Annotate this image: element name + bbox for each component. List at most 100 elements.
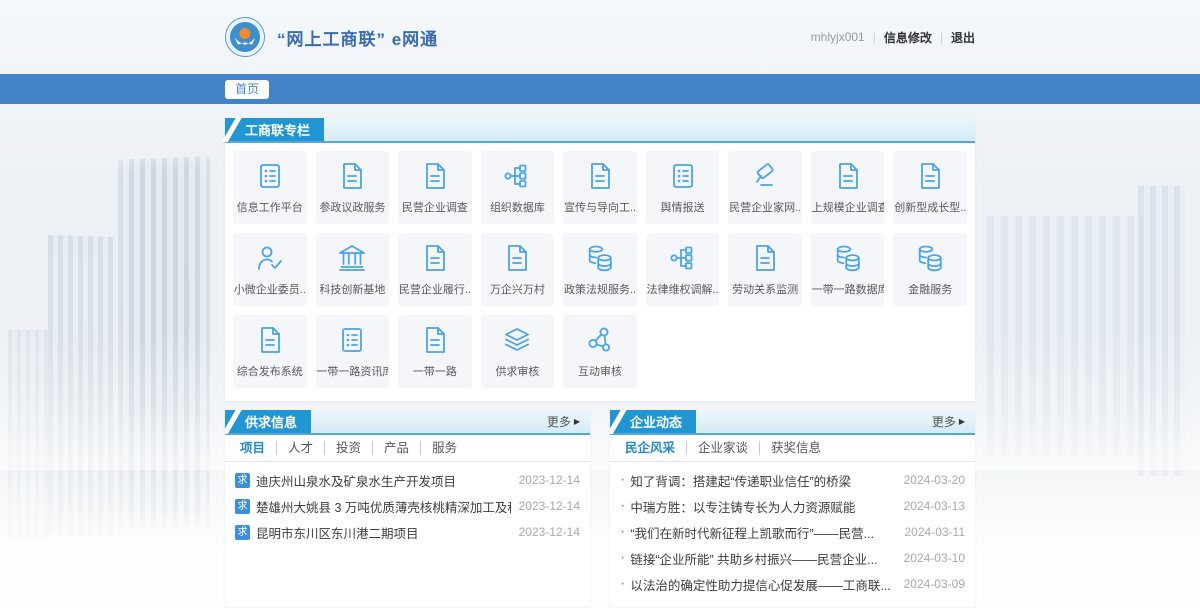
logo-wing [235, 38, 255, 45]
doc-icon [584, 160, 616, 192]
federation-column-panel: 工商联专栏 信息工作平台参政议政服务民营企业调查组织数据库宣传与导向工...舆情… [225, 118, 975, 401]
app-item-5[interactable]: 宣传与导向工... [563, 151, 637, 224]
tab-企业家谈[interactable]: 企业家谈 [687, 441, 760, 455]
brand: “网上工商联” e网通 [225, 17, 438, 57]
app-item-4[interactable]: 组织数据库 [481, 151, 555, 224]
database-icon [914, 242, 946, 274]
org-chart-icon [667, 242, 699, 274]
item-date: 2024-03-10 [904, 551, 965, 565]
item-date: 2023-12-14 [519, 525, 580, 539]
bullet-icon: · [620, 575, 625, 593]
app-item-label: 组织数据库 [490, 199, 545, 215]
more-label: 更多 [932, 413, 956, 430]
enterprise-news-panel: 企业动态 更多 ▶ 民企风采企业家谈获奖信息 ·知了背调：搭建起“传递职业信任”… [610, 410, 975, 607]
panel-title-tab: 企业动态 [610, 410, 696, 433]
app-item-7[interactable]: 民营企业家网... [728, 151, 802, 224]
app-item-15[interactable]: 法律维权调解... [646, 233, 720, 306]
supply-list-item[interactable]: 求楚雄州大姚县 3 万吨优质薄壳核桃精深加工及科...2023-12-14 [235, 493, 580, 519]
news-list-item[interactable]: ·知了背调：搭建起“传递职业信任”的桥梁2024-03-20 [620, 467, 965, 493]
share-nodes-icon [584, 324, 616, 356]
more-arrow-icon: ▶ [959, 417, 965, 426]
item-title: 楚雄州大姚县 3 万吨优质薄壳核桃精深加工及科... [256, 497, 511, 516]
demand-badge: 求 [235, 499, 250, 514]
app-item-label: 法律维权调解... [647, 281, 719, 297]
app-item-label: 万企兴万村 [490, 281, 545, 297]
app-item-13[interactable]: 万企兴万村 [481, 233, 555, 306]
app-item-label: 政策法规服务... [564, 281, 636, 297]
app-item-label: 民营企业调查 [402, 199, 468, 215]
app-item-20[interactable]: 一带一路资讯库 [316, 315, 390, 388]
app-item-19[interactable]: 综合发布系统 [233, 315, 307, 388]
app-item-label: 一带一路数据库 [812, 281, 884, 297]
logout-link[interactable]: 退出 [951, 29, 975, 46]
app-item-22[interactable]: 供求审核 [481, 315, 555, 388]
supply-list-item[interactable]: 求昆明市东川区东川港二期项目2023-12-14 [235, 519, 580, 545]
app-item-6[interactable]: 舆情报送 [646, 151, 720, 224]
item-title: 以法治的确定性助力提信心促发展——工商联... [630, 575, 895, 594]
database-icon [832, 242, 864, 274]
doc-icon [501, 242, 533, 274]
navbar: 首页 [0, 74, 1200, 104]
app-item-18[interactable]: 金融服务 [893, 233, 967, 306]
app-item-16[interactable]: 劳动关系监测 [728, 233, 802, 306]
app-item-21[interactable]: 一带一路 [398, 315, 472, 388]
news-more-link[interactable]: 更多 ▶ [932, 410, 975, 433]
item-title: “我们在新时代新征程上凯歌而行”——民营... [630, 523, 896, 542]
tab-产品[interactable]: 产品 [373, 441, 421, 455]
doc-icon [914, 160, 946, 192]
gavel-icon [749, 160, 781, 192]
app-item-8[interactable]: 上规模企业调查 [811, 151, 885, 224]
news-list-item[interactable]: · 中瑞方胜：以专注铸专长为人力资源赋能 2024-03-13 [620, 493, 965, 519]
app-item-11[interactable]: 科技创新基地 [316, 233, 390, 306]
tab-民企风采[interactable]: 民企风采 [614, 441, 687, 455]
doc-icon [749, 242, 781, 274]
bullet-icon: · [620, 497, 625, 515]
tab-获奖信息[interactable]: 获奖信息 [760, 441, 832, 455]
tab-投资[interactable]: 投资 [325, 441, 373, 455]
more-arrow-icon: ▶ [574, 417, 580, 426]
top-header: “网上工商联” e网通 mhlyjx001 | 信息修改 | 退出 [0, 0, 1200, 74]
app-item-3[interactable]: 民营企业调查 [398, 151, 472, 224]
federation-emblem-logo [225, 17, 265, 57]
app-item-label: 信息工作平台 [237, 199, 303, 215]
app-item-label: 参政议政服务 [319, 199, 385, 215]
app-item-10[interactable]: 小微企业委员... [233, 233, 307, 306]
supply-more-link[interactable]: 更多 ▶ [547, 410, 590, 433]
app-item-17[interactable]: 一带一路数据库 [811, 233, 885, 306]
demand-badge: 求 [235, 473, 250, 488]
app-item-label: 一带一路 [413, 363, 457, 379]
list-doc-icon [254, 160, 286, 192]
home-nav-button[interactable]: 首页 [225, 80, 269, 99]
app-item-label: 劳动关系监测 [732, 281, 798, 297]
panel-title-tab: 供求信息 [225, 410, 311, 433]
more-label: 更多 [547, 413, 571, 430]
app-item-label: 科技创新基地 [319, 281, 385, 297]
list-doc-icon [336, 324, 368, 356]
app-item-9[interactable]: 创新型成长型... [893, 151, 967, 224]
app-item-23[interactable]: 互动审核 [563, 315, 637, 388]
username: mhlyjx001 [811, 30, 865, 44]
demand-badge: 求 [235, 525, 250, 540]
app-item-label: 供求审核 [495, 363, 539, 379]
app-item-12[interactable]: 民营企业履行... [398, 233, 472, 306]
supply-list-item[interactable]: 求迪庆州山泉水及矿泉水生产开发项目2023-12-14 [235, 467, 580, 493]
item-title: 中瑞方胜：以专注铸专长为人力资源赋能 [630, 497, 895, 516]
news-list-item[interactable]: · 以法治的确定性助力提信心促发展——工商联... 2024-03-09 [620, 571, 965, 597]
supply-demand-panel: 供求信息 更多 ▶ 项目人才投资产品服务 求迪庆州山泉水及矿泉水生产开发项目20… [225, 410, 590, 607]
tab-服务[interactable]: 服务 [421, 441, 468, 455]
separator: | [940, 30, 943, 44]
news-list-item[interactable]: ·“我们在新时代新征程上凯歌而行”——民营...2024-03-11 [620, 519, 965, 545]
item-date: 2024-03-13 [904, 499, 965, 513]
news-list-item[interactable]: ·链接“企业所能” 共助乡村振兴——民营企业...2024-03-10 [620, 545, 965, 571]
separator: | [873, 30, 876, 44]
bullet-icon: · [620, 471, 625, 489]
item-title: 链接“企业所能” 共助乡村振兴——民营企业... [630, 549, 895, 568]
tab-人才[interactable]: 人才 [277, 441, 325, 455]
item-date: 2024-03-09 [904, 577, 965, 591]
database-icon [584, 242, 616, 274]
app-item-1[interactable]: 信息工作平台 [233, 151, 307, 224]
edit-info-link[interactable]: 信息修改 [884, 29, 932, 46]
tab-项目[interactable]: 项目 [229, 441, 277, 455]
app-item-2[interactable]: 参政议政服务 [316, 151, 390, 224]
app-item-14[interactable]: 政策法规服务... [563, 233, 637, 306]
